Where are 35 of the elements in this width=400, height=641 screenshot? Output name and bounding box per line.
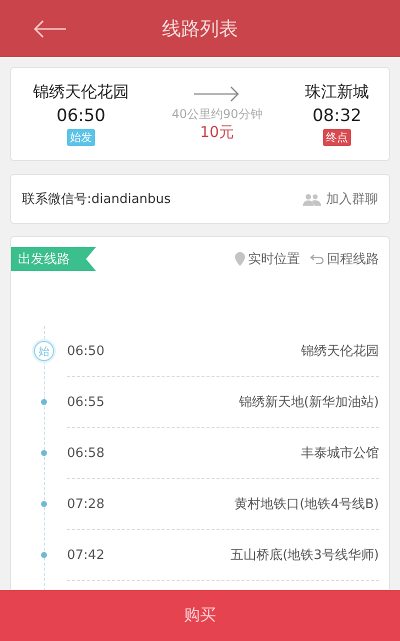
arrival-time: 08:32 [312, 106, 362, 126]
stop-dot-icon [41, 399, 47, 405]
origin-name: 锦绣天伦花园 [33, 82, 129, 103]
arrow-icon [194, 86, 240, 102]
back-arrow-icon[interactable] [33, 20, 67, 38]
distance-text: 40公里约90分钟 [172, 106, 262, 123]
stop-time: 06:55 [67, 394, 104, 410]
end-tag: 终点 [322, 129, 351, 146]
stop-name: 锦绣新天地(新华加油站) [238, 394, 379, 411]
people-icon [302, 192, 322, 206]
price-text: 10元 [200, 123, 234, 142]
stop-name: 五山桥底(地铁3号线华师) [230, 547, 379, 564]
map-pin-icon [235, 252, 245, 266]
stop-dot-icon [41, 552, 47, 558]
return-icon [310, 254, 324, 264]
stop-time: 07:28 [67, 496, 104, 512]
join-group-button[interactable]: 加入群聊 [302, 190, 378, 208]
departure-time: 06:50 [56, 106, 106, 126]
route-ribbon: 出发线路 [11, 247, 96, 271]
page-title: 线路列表 [162, 16, 238, 42]
stop-name: 丰泰城市公馆 [301, 445, 379, 462]
location-button[interactable]: 实时位置 [235, 250, 300, 268]
return-route-button[interactable]: 回程线路 [310, 250, 379, 268]
stop-dot-icon [41, 450, 47, 456]
start-tag: 始发 [67, 129, 95, 146]
stop-time: 06:50 [67, 344, 104, 358]
stop-time: 07:42 [67, 548, 104, 562]
destination-name: 珠江新城 [304, 82, 369, 103]
stop-name: 黄村地铁口(地铁4号线B) [234, 496, 379, 513]
stop-dot-icon [41, 501, 47, 507]
stop-time: 06:58 [67, 446, 104, 460]
stop-name: 锦绣天伦花园 [301, 343, 379, 360]
buy-button[interactable]: 购买 [0, 590, 400, 641]
start-badge: 始 [34, 341, 54, 361]
contact-text: 联系微信号:diandianbus [22, 191, 171, 208]
